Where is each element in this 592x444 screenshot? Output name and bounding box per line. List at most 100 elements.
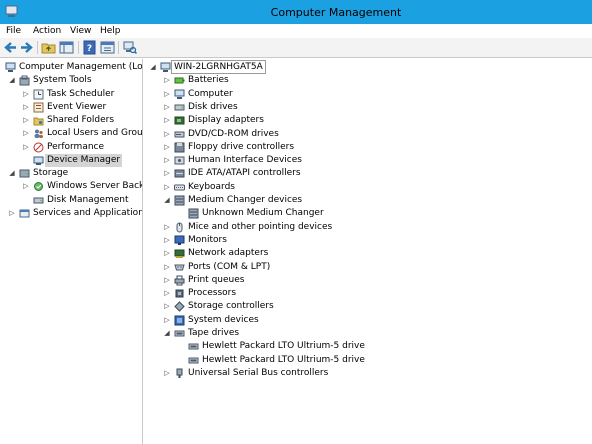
expand-arrow-icon[interactable]: ▷ bbox=[163, 101, 171, 114]
collapse-arrow-icon[interactable]: ◢ bbox=[8, 74, 16, 87]
performance-icon bbox=[33, 142, 44, 152]
expand-arrow-icon[interactable]: ▷ bbox=[22, 101, 30, 114]
device-tree-item[interactable]: ▷ System devices bbox=[144, 314, 592, 327]
expand-arrow-icon[interactable]: ▷ bbox=[163, 181, 171, 194]
console-tree-item[interactable]: ▷ Performance bbox=[0, 141, 142, 154]
console-tree-item[interactable]: ▷ Windows Server Backup bbox=[0, 180, 142, 193]
expand-arrow-icon[interactable]: ▷ bbox=[163, 74, 171, 87]
device-tree-item[interactable]: Unknown Medium Changer bbox=[144, 207, 592, 220]
device-tree-item[interactable]: ▷ IDE ATA/ATAPI controllers bbox=[144, 167, 592, 180]
console-tree-item[interactable]: Computer Management (Local bbox=[0, 61, 142, 74]
device-tree-item[interactable]: ▷ Print queues bbox=[144, 274, 592, 287]
console-tree-item[interactable]: ▷ Local Users and Groups bbox=[0, 127, 142, 140]
console-tree-item[interactable]: ▷ Services and Applications bbox=[0, 207, 142, 220]
console-tree-item-label: Services and Applications bbox=[33, 207, 143, 218]
console-tree-item[interactable]: Disk Management bbox=[0, 194, 142, 207]
expand-arrow-icon[interactable]: ▷ bbox=[22, 180, 30, 193]
device-tree-item[interactable]: ▷ Universal Serial Bus controllers bbox=[144, 367, 592, 380]
device-tree[interactable]: ◢ WIN-2LGRNHGAT5A ▷ Batteries ▷ Computer ▷ Disk… bbox=[144, 59, 592, 444]
device-tree-item-label: DVD/CD-ROM drives bbox=[188, 128, 279, 139]
expand-arrow-icon[interactable]: ▷ bbox=[163, 114, 171, 127]
forward-icon[interactable] bbox=[19, 40, 34, 55]
device-tree-item[interactable]: ▷ Processors bbox=[144, 287, 592, 300]
menu-action[interactable]: Action bbox=[33, 24, 61, 38]
device-tree-item-label: Human Interface Devices bbox=[188, 155, 302, 166]
device-tree-item-label: Monitors bbox=[188, 234, 227, 245]
device-tree-item[interactable]: ▷ Network adapters bbox=[144, 247, 592, 260]
device-tree-item[interactable]: ▷ DVD/CD-ROM drives bbox=[144, 128, 592, 141]
console-tree[interactable]: Computer Management (Local ◢ System Tools ▷… bbox=[0, 59, 143, 444]
toolbar-separator bbox=[37, 41, 38, 54]
device-tree-item-label: IDE ATA/ATAPI controllers bbox=[188, 168, 301, 179]
device-tree-item[interactable]: ▷ Floppy drive controllers bbox=[144, 141, 592, 154]
device-tree-item-label: Hewlett Packard LTO Ultrium-5 drive bbox=[202, 354, 365, 365]
console-tree-item[interactable]: ▷ Event Viewer bbox=[0, 101, 142, 114]
console-tree-item[interactable]: ▷ Shared Folders bbox=[0, 114, 142, 127]
device-tree-item[interactable]: Hewlett Packard LTO Ultrium-5 drive bbox=[144, 354, 592, 367]
expand-arrow-icon[interactable]: ▷ bbox=[163, 88, 171, 101]
expand-arrow-icon[interactable]: ▷ bbox=[22, 88, 30, 101]
console-tree-item-label: Device Manager bbox=[45, 153, 123, 167]
expand-arrow-icon[interactable]: ▷ bbox=[22, 141, 30, 154]
device-tree-item[interactable]: ▷ Storage controllers bbox=[144, 300, 592, 313]
device-tree-item[interactable]: ▷ Keyboards bbox=[144, 181, 592, 194]
collapse-arrow-icon[interactable]: ◢ bbox=[163, 194, 171, 207]
collapse-arrow-icon[interactable]: ◢ bbox=[8, 167, 16, 180]
expand-arrow-icon[interactable]: ▷ bbox=[163, 300, 171, 313]
properties-icon[interactable] bbox=[100, 40, 115, 55]
device-tree-item[interactable]: ▷ Mice and other pointing devices bbox=[144, 221, 592, 234]
disk-management-icon bbox=[33, 197, 44, 203]
expand-arrow-icon[interactable]: ▷ bbox=[163, 274, 171, 287]
device-tree-item-label: Computer bbox=[188, 88, 233, 99]
expand-arrow-icon[interactable]: ▷ bbox=[163, 234, 171, 247]
expand-arrow-icon[interactable]: ▷ bbox=[8, 207, 16, 220]
device-tree-item[interactable]: Hewlett Packard LTO Ultrium-5 drive bbox=[144, 340, 592, 353]
console-tree-item[interactable]: Device Manager bbox=[0, 153, 142, 167]
device-tree-item[interactable]: ▷ Batteries bbox=[144, 74, 592, 87]
device-tree-item-label: Display adapters bbox=[188, 115, 264, 126]
expand-arrow-icon[interactable]: ▷ bbox=[163, 167, 171, 180]
scan-hardware-icon[interactable] bbox=[122, 40, 137, 55]
show-hide-tree-icon[interactable] bbox=[59, 40, 74, 55]
toolbar-separator bbox=[118, 41, 119, 54]
console-tree-item-label: Shared Folders bbox=[47, 115, 115, 125]
menu-file[interactable]: File bbox=[6, 24, 21, 38]
expand-arrow-icon[interactable]: ▷ bbox=[163, 221, 171, 234]
console-tree-item-label: Computer Management (Local bbox=[19, 62, 143, 72]
expand-arrow-icon[interactable]: ▷ bbox=[163, 128, 171, 141]
console-tree-item[interactable]: ▷ Task Scheduler bbox=[0, 88, 142, 101]
expand-arrow-icon[interactable]: ▷ bbox=[163, 247, 171, 260]
device-tree-item[interactable]: ▷ Disk drives bbox=[144, 101, 592, 114]
device-tree-item[interactable]: ◢ Tape drives bbox=[144, 327, 592, 340]
console-tree-item[interactable]: ◢ Storage bbox=[0, 167, 142, 180]
storage-controller-icon bbox=[174, 301, 185, 313]
device-tree-item-label: Mice and other pointing devices bbox=[188, 221, 333, 232]
device-tree-item[interactable]: ▷ Ports (COM & LPT) bbox=[144, 261, 592, 274]
collapse-arrow-icon[interactable]: ◢ bbox=[149, 61, 157, 74]
back-icon[interactable] bbox=[3, 40, 18, 55]
expand-arrow-icon[interactable]: ▷ bbox=[163, 141, 171, 154]
help-icon[interactable]: ? bbox=[82, 40, 97, 55]
collapse-arrow-icon[interactable]: ◢ bbox=[163, 327, 171, 340]
menu-help[interactable]: Help bbox=[100, 24, 121, 38]
device-tree-item-label: Processors bbox=[188, 288, 237, 299]
floppy-controller-icon bbox=[174, 142, 185, 153]
expand-arrow-icon[interactable]: ▷ bbox=[163, 314, 171, 327]
device-tree-item[interactable]: ◢ Medium Changer devices bbox=[144, 194, 592, 207]
device-tree-item[interactable]: ▷ Human Interface Devices bbox=[144, 154, 592, 167]
console-tree-item-label: Local Users and Groups bbox=[47, 128, 143, 139]
console-tree-item[interactable]: ◢ System Tools bbox=[0, 74, 142, 87]
device-tree-item[interactable]: ▷ Display adapters bbox=[144, 114, 592, 127]
device-tree-item[interactable]: ◢ WIN-2LGRNHGAT5A bbox=[144, 60, 592, 74]
menu-view[interactable]: View bbox=[70, 24, 91, 38]
expand-arrow-icon[interactable]: ▷ bbox=[22, 127, 30, 140]
expand-arrow-icon[interactable]: ▷ bbox=[163, 154, 171, 167]
expand-arrow-icon[interactable]: ▷ bbox=[22, 114, 30, 127]
event-viewer-icon bbox=[33, 102, 44, 113]
up-folder-icon[interactable] bbox=[41, 40, 56, 55]
expand-arrow-icon[interactable]: ▷ bbox=[163, 261, 171, 274]
expand-arrow-icon[interactable]: ▷ bbox=[163, 287, 171, 300]
device-tree-item[interactable]: ▷ Monitors bbox=[144, 234, 592, 247]
device-tree-item[interactable]: ▷ Computer bbox=[144, 88, 592, 101]
expand-arrow-icon[interactable]: ▷ bbox=[163, 367, 171, 380]
